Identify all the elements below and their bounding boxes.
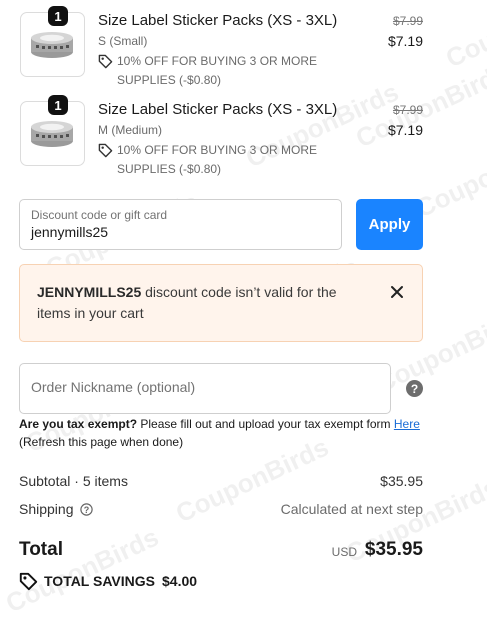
item-discount-text: 10% OFF FOR BUYING 3 OR MORE SUPPLIES (-… bbox=[117, 143, 318, 176]
item-title: Size Label Sticker Packs (XS - 3XL) bbox=[98, 101, 338, 118]
close-icon[interactable] bbox=[390, 285, 404, 299]
error-code: JENNYMILLS25 bbox=[37, 284, 142, 300]
original-price: $7.99 bbox=[392, 14, 423, 28]
help-icon[interactable]: ? bbox=[406, 380, 423, 397]
order-nickname-input[interactable] bbox=[31, 379, 371, 395]
subtotal-row: Subtotal · 5 items $35.95 bbox=[19, 473, 423, 489]
item-discount-text: 10% OFF FOR BUYING 3 OR MORE SUPPLIES (-… bbox=[117, 54, 318, 87]
tax-exempt-link[interactable]: Here bbox=[394, 417, 420, 431]
svg-text:?: ? bbox=[411, 382, 418, 396]
subtotal-label: Subtotal · 5 items bbox=[19, 473, 128, 489]
tag-icon bbox=[98, 54, 113, 69]
tax-exempt-note: Are you tax exempt? Please fill out and … bbox=[19, 415, 439, 451]
svg-text:?: ? bbox=[84, 505, 90, 515]
item-price: $7.19 bbox=[387, 33, 423, 49]
discount-code-label: Discount code or gift card bbox=[31, 208, 168, 222]
shipping-label: Shipping bbox=[19, 501, 74, 517]
subtotal-value: $35.95 bbox=[380, 473, 423, 489]
total-savings-label: TOTAL SAVINGS bbox=[44, 573, 155, 589]
discount-error-message: JENNYMILLS25 discount code isn’t valid f… bbox=[37, 282, 352, 324]
quantity-badge: 1 bbox=[48, 6, 68, 26]
discount-code-input[interactable]: jennymills25 bbox=[31, 224, 108, 240]
quantity-badge: 1 bbox=[48, 95, 68, 115]
tax-exempt-text: Please fill out and upload your tax exem… bbox=[137, 417, 394, 431]
tag-icon bbox=[98, 143, 113, 158]
original-price: $7.99 bbox=[392, 103, 423, 117]
shipping-value: Calculated at next step bbox=[280, 501, 423, 517]
apply-button[interactable]: Apply bbox=[356, 199, 423, 250]
discount-code-field[interactable]: Discount code or gift card jennymills25 bbox=[19, 199, 342, 250]
order-nickname-field[interactable] bbox=[19, 363, 391, 414]
item-variant: S (Small) bbox=[98, 34, 148, 48]
discount-error-banner: JENNYMILLS25 discount code isn’t valid f… bbox=[19, 264, 423, 342]
info-icon[interactable]: ? bbox=[80, 503, 93, 516]
item-title: Size Label Sticker Packs (XS - 3XL) bbox=[98, 12, 338, 29]
line-item: 1 Size Label Sticker Packs (XS - 3XL) M … bbox=[0, 95, 487, 186]
currency-code: USD bbox=[331, 545, 357, 559]
shipping-row: Shipping ? Calculated at next step bbox=[19, 501, 423, 517]
total-savings-value: $4.00 bbox=[162, 573, 198, 589]
line-item: 1 Size Label Sticker Packs (XS - 3XL) S … bbox=[0, 6, 487, 97]
tax-refresh-note: (Refresh this page when done) bbox=[19, 435, 184, 449]
total-value: $35.95 bbox=[364, 539, 423, 560]
total-label: Total bbox=[19, 539, 63, 560]
item-price: $7.19 bbox=[387, 122, 423, 138]
item-variant: M (Medium) bbox=[98, 123, 163, 137]
tax-exempt-question: Are you tax exempt? bbox=[19, 417, 138, 431]
tag-icon bbox=[19, 572, 38, 591]
total-row: Total USD $35.95 bbox=[19, 539, 423, 561]
